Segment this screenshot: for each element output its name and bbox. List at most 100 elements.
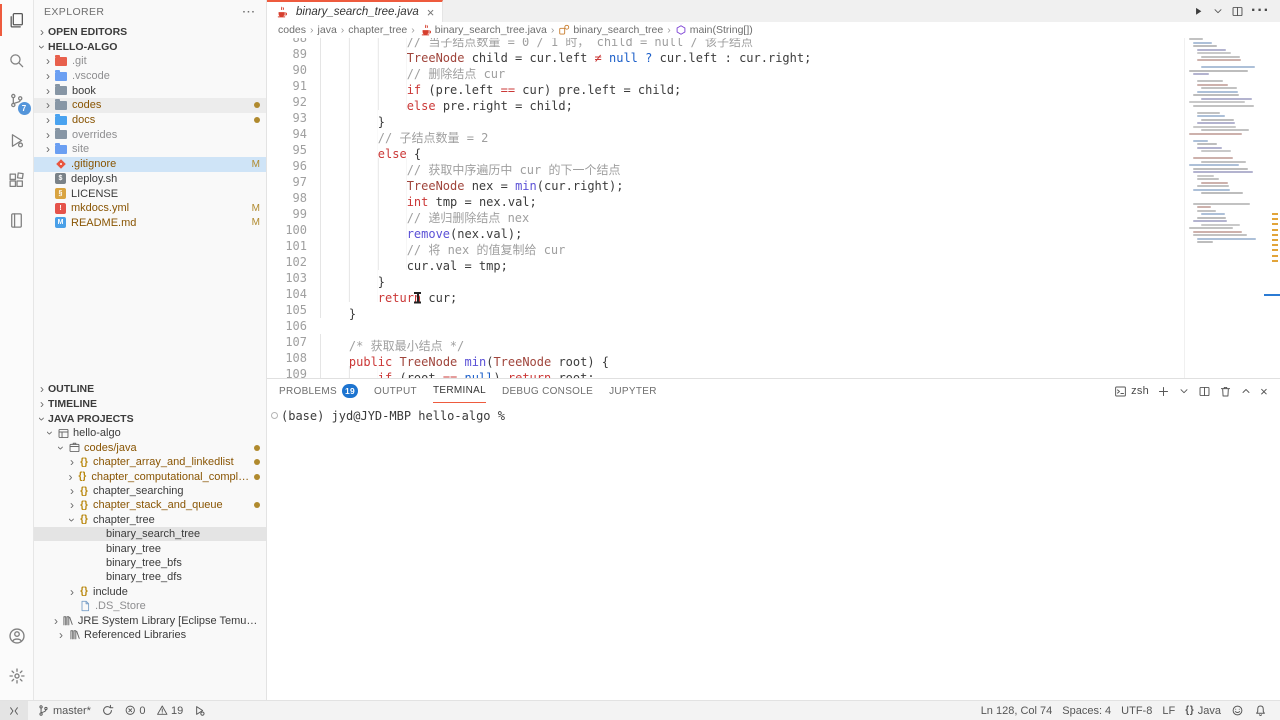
java-item-chapter-computational-complexity[interactable]: ›{}chapter_computational_complexity [34,469,266,483]
chevron-down-icon[interactable] [1178,385,1190,397]
minimap-line [1189,164,1239,166]
minimap-line [1197,112,1220,114]
activitybar-source-control-icon[interactable]: 7 [0,80,34,120]
code-line-103: 103} [267,270,1184,286]
activitybar-extensions-icon[interactable] [0,160,34,200]
java-item-chapter-tree[interactable]: ›{}chapter_tree [34,513,266,527]
panel-tab-problems[interactable]: PROBLEMS19 [279,379,358,403]
explorer-item-readme-md[interactable]: MREADME.mdM [34,216,266,231]
line-number: 102 [267,254,307,270]
section-timeline[interactable]: › TIMELINE [34,396,266,411]
kill-terminal-button[interactable] [1219,385,1232,398]
maximize-panel-button[interactable] [1240,385,1252,397]
java-item-chapter-stack-and-queue[interactable]: ›{}chapter_stack_and_queue [34,498,266,512]
terminal[interactable]: (base) jyd@JYD-MBP hello-algo % [267,403,1280,700]
section-outline[interactable]: › OUTLINE [34,381,266,396]
explorer-item-deploy-sh[interactable]: $deploy.sh [34,172,266,187]
terminal-prompt: (base) jyd@JYD-MBP hello-algo % [281,409,505,423]
status-eol[interactable]: LF [1157,701,1180,720]
java-item--ds-store[interactable]: .DS_Store [34,599,266,613]
activitybar-explorer-icon[interactable] [0,0,34,40]
activitybar-account-icon[interactable] [0,616,34,656]
new-terminal-button[interactable] [1157,385,1170,398]
overview-warning-mark [1272,218,1278,220]
status-indentation[interactable]: Spaces: 4 [1057,701,1116,720]
tab-binary-search-tree[interactable]: binary_search_tree.java × [267,0,443,22]
java-item-binary-tree[interactable]: binary_tree [34,541,266,555]
java-item-codes-java[interactable]: ›codes/java [34,441,266,455]
minimap-line [1189,70,1248,72]
status-remote-indicator[interactable] [0,701,28,720]
minimap[interactable] [1184,38,1268,378]
panel-tab-debug-console[interactable]: DEBUG CONSOLE [502,379,593,403]
java-item-referenced-libraries[interactable]: ›Referenced Libraries [34,628,266,642]
status-warnings[interactable]: 19 [151,701,189,720]
section-open-editors[interactable]: › OPEN EDITORS [34,24,266,39]
explorer-item--git[interactable]: ›.git [34,54,266,69]
status-git-branch[interactable]: master* [32,701,96,720]
tab-bar: binary_search_tree.java × ··· [267,0,1280,22]
split-editor-button[interactable] [1231,5,1244,18]
panel-tab-jupyter[interactable]: JUPYTER [609,379,657,403]
java-item-binary-tree-bfs[interactable]: binary_tree_bfs [34,556,266,570]
status-sync[interactable] [96,701,119,720]
status-notifications[interactable] [1249,701,1272,720]
shell-selector[interactable]: zsh [1114,385,1149,398]
code-line-96: 96// 获取中序遍历中 cur 的下一个结点 [267,158,1184,174]
more-actions-icon[interactable]: ··· [243,6,257,18]
close-icon[interactable]: × [427,5,435,20]
panel-tab-output[interactable]: OUTPUT [374,379,417,403]
run-button[interactable] [1192,5,1205,18]
split-terminal-button[interactable] [1198,385,1211,398]
breadcrumb-item[interactable]: main(String[]) [675,24,753,36]
close-panel-button[interactable]: × [1260,384,1268,399]
minimap-line [1193,203,1250,205]
java-item-binary-search-tree[interactable]: binary_search_tree [34,527,266,541]
explorer-item-mkdocs-yml[interactable]: !mkdocs.ymlM [34,201,266,216]
code-line-90: 90// 删除结点 cur [267,62,1184,78]
status-run-status[interactable] [188,701,211,720]
git-file-icon [54,158,68,170]
explorer-item-license[interactable]: §LICENSE [34,186,266,201]
breadcrumb-item[interactable]: binary_search_tree [558,24,663,36]
breadcrumb-item[interactable]: chapter_tree [348,24,407,36]
activitybar-search-icon[interactable] [0,40,34,80]
breadcrumb-item[interactable]: java [318,24,337,36]
explorer-item--vscode[interactable]: ›.vscode [34,69,266,84]
activitybar-settings-icon[interactable] [0,656,34,696]
java-item-jre-system-library-eclipse-temurin-17-17-[interactable]: ›JRE System Library [Eclipse Temurin 17 … [34,613,266,627]
explorer-item--gitignore[interactable]: .gitignoreM [34,157,266,172]
java-item-chapter-array-and-linkedlist[interactable]: ›{}chapter_array_and_linkedlist [34,455,266,469]
chevron-down-icon[interactable] [1212,5,1224,17]
minimap-line [1193,171,1253,173]
breadcrumb-item[interactable]: codes [278,24,306,36]
line-number: 101 [267,238,307,254]
more-actions-icon[interactable]: ··· [1251,2,1270,20]
explorer-item-site[interactable]: ›site [34,142,266,157]
java-item-binary-tree-dfs[interactable]: binary_tree_dfs [34,570,266,584]
java-item-include[interactable]: ›{}include [34,585,266,599]
status-errors[interactable]: 0 [119,701,151,720]
breadcrumb-separator: › [341,24,345,36]
section-root-folder[interactable]: › HELLO-ALGO [34,39,266,54]
section-java-projects[interactable]: › JAVA PROJECTS [34,411,266,426]
code-editor[interactable]: 88// 当子结点数量 = 0 / 1 时， child = null / 该子… [267,38,1280,378]
line-number: 98 [267,190,307,206]
status-encoding[interactable]: UTF-8 [1116,701,1157,720]
minimap-line [1201,213,1225,215]
java-item-chapter-searching[interactable]: ›{}chapter_searching [34,484,266,498]
status-feedback[interactable] [1226,701,1249,720]
panel-tab-terminal[interactable]: TERMINAL [433,379,486,403]
status-language-mode[interactable]: { }Java [1180,701,1226,720]
activitybar-notebook-icon[interactable] [0,200,34,240]
chevron-right-icon: › [36,27,48,37]
explorer-item-codes[interactable]: ›codes [34,98,266,113]
status-cursor-position[interactable]: Ln 128, Col 74 [976,701,1058,720]
explorer-item-book[interactable]: ›book [34,83,266,98]
explorer-item-overrides[interactable]: ›overrides [34,127,266,142]
java-item-hello-algo[interactable]: ›hello-algo [34,426,266,440]
breadcrumb-item[interactable]: binary_search_tree.java [419,24,547,37]
activitybar-run-debug-icon[interactable] [0,120,34,160]
line-number: 94 [267,126,307,142]
explorer-item-docs[interactable]: ›docs [34,113,266,128]
